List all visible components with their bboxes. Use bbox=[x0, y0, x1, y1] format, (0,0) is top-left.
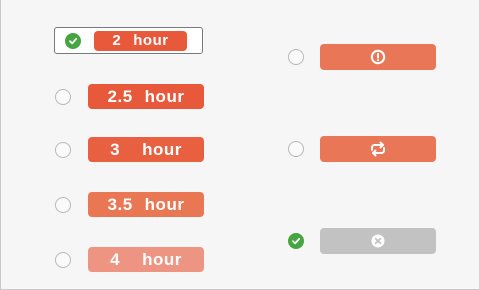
close-circle-icon bbox=[370, 233, 386, 249]
duration-pill-4[interactable]: 4 hour bbox=[88, 247, 204, 272]
duration-pill-2-5[interactable]: 2.5 hour bbox=[88, 84, 204, 109]
duration-number: 3.5 bbox=[107, 194, 133, 214]
options-panel: 2 hour 2.5 hour 3 hour 3.5 hour 4 hour bbox=[0, 0, 479, 290]
check-icon[interactable] bbox=[65, 32, 81, 49]
duration-number: 2.5 bbox=[107, 86, 133, 106]
close-button[interactable] bbox=[320, 228, 436, 254]
radio-button[interactable] bbox=[55, 141, 71, 158]
duration-option-row[interactable]: 3.5 hour bbox=[55, 192, 204, 217]
duration-option-row[interactable]: 3 hour bbox=[55, 137, 204, 162]
repeat-button[interactable] bbox=[320, 136, 436, 162]
alert-circle-icon bbox=[369, 48, 387, 66]
duration-unit: hour bbox=[142, 139, 182, 159]
radio-button[interactable] bbox=[288, 49, 304, 65]
check-icon[interactable] bbox=[288, 233, 304, 249]
duration-option-row[interactable]: 2.5 hour bbox=[55, 84, 204, 109]
duration-option-selected-frame[interactable]: 2 hour bbox=[54, 27, 203, 54]
duration-pill-3-5[interactable]: 3.5 hour bbox=[88, 192, 204, 217]
duration-unit: hour bbox=[144, 194, 185, 214]
duration-unit: hour bbox=[144, 86, 185, 106]
repeat-icon bbox=[368, 140, 388, 158]
duration-option-row[interactable]: 4 hour bbox=[55, 247, 204, 272]
duration-unit: hour bbox=[133, 32, 169, 49]
duration-number: 3 bbox=[110, 139, 121, 159]
duration-number: 2 bbox=[112, 32, 122, 49]
duration-pill-2[interactable]: 2 hour bbox=[94, 30, 187, 51]
duration-pill-3[interactable]: 3 hour bbox=[88, 137, 204, 162]
duration-unit: hour bbox=[142, 249, 182, 269]
radio-button[interactable] bbox=[288, 141, 304, 157]
radio-button[interactable] bbox=[55, 196, 71, 213]
duration-number: 4 bbox=[110, 249, 121, 269]
alert-button[interactable] bbox=[320, 44, 436, 70]
radio-button[interactable] bbox=[55, 88, 71, 105]
radio-button[interactable] bbox=[55, 251, 71, 268]
